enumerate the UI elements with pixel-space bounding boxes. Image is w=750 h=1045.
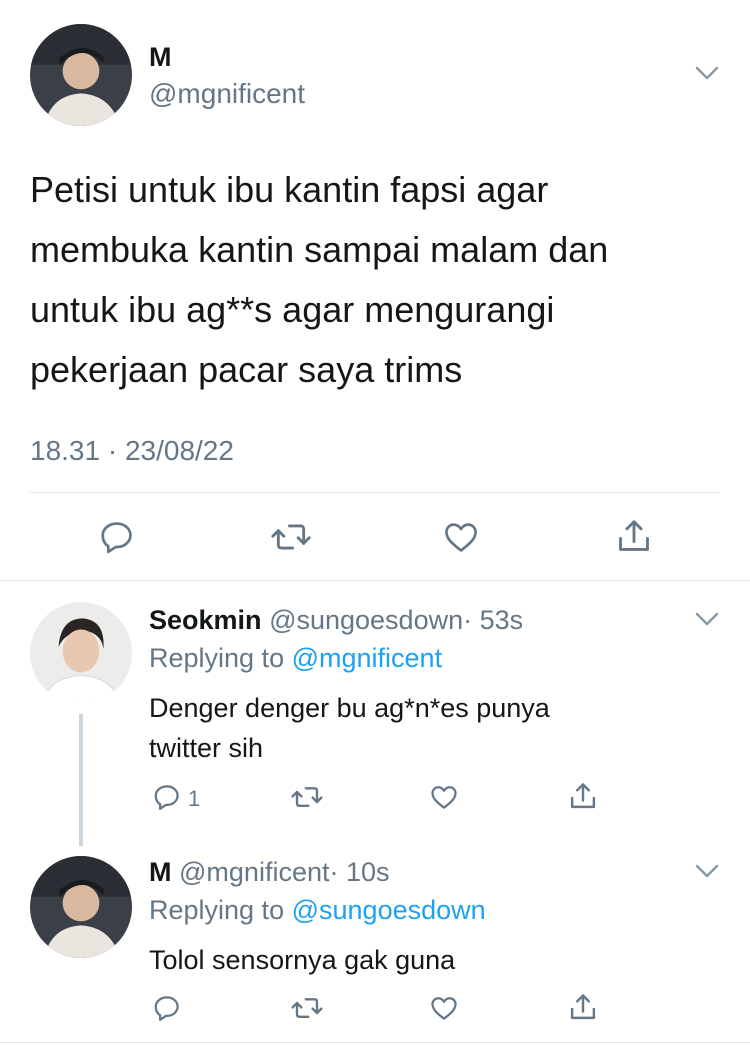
main-tweet-handle[interactable]: @mgnificent (149, 78, 305, 110)
reply-text: Tolol sensornya gak guna (149, 940, 455, 980)
heart-icon[interactable] (428, 782, 460, 812)
reply-icon[interactable] (152, 993, 182, 1023)
retweet-icon[interactable] (290, 993, 324, 1023)
tweet-text-line: membuka kantin sampai malam dan (30, 229, 609, 270)
replying-to: Replying to @sungoesdown (149, 894, 486, 926)
retweet-icon[interactable] (270, 518, 312, 556)
reply-handle[interactable]: @mgnificent (179, 857, 329, 887)
divider (30, 492, 720, 493)
reply-text-line: twitter sih (149, 733, 264, 763)
heart-icon[interactable] (442, 518, 480, 556)
chevron-down-icon[interactable] (694, 862, 720, 880)
share-icon[interactable] (567, 780, 599, 812)
replying-to-link[interactable]: @mgnificent (292, 643, 442, 673)
retweet-icon[interactable] (290, 782, 324, 812)
reply-display-name[interactable]: M (149, 857, 172, 887)
reply-time[interactable]: · 53s (463, 605, 523, 635)
tweet-text-line: untuk ibu ag**s agar mengurangi (30, 289, 555, 330)
reply-count: 1 (188, 786, 201, 811)
thread-line (79, 714, 83, 846)
main-tweet-text: Petisi untuk ibu kantin fapsi agar membu… (30, 160, 730, 400)
reply-text: Denger denger bu ag*n*es punya twitter s… (149, 688, 550, 768)
reply-display-name[interactable]: Seokmin (149, 605, 262, 635)
reply-header: M @mgnificent· 10s (149, 856, 390, 888)
section-divider (0, 1042, 750, 1043)
reply-time[interactable]: · 10s (329, 857, 389, 887)
share-icon[interactable] (615, 516, 653, 556)
tweet-text-line: Petisi untuk ibu kantin fapsi agar (30, 169, 549, 210)
main-tweet-timestamp[interactable]: 18.31 · 23/08/22 (30, 434, 234, 468)
main-tweet-display-name[interactable]: M (149, 42, 172, 72)
tweet-text-line: pekerjaan pacar saya trims (30, 349, 463, 390)
reply-handle[interactable]: @sungoesdown (269, 605, 463, 635)
heart-icon[interactable] (428, 993, 460, 1023)
replying-to-label: Replying to (149, 643, 285, 673)
reply-text-line: Denger denger bu ag*n*es punya (149, 693, 550, 723)
reply-header: Seokmin @sungoesdown· 53s (149, 604, 523, 636)
share-icon[interactable] (567, 991, 599, 1023)
reply-icon[interactable] (152, 782, 182, 812)
reply-avatar[interactable] (30, 856, 132, 958)
replying-to-label: Replying to (149, 895, 285, 925)
chevron-down-icon[interactable] (694, 64, 720, 82)
replying-to-link[interactable]: @sungoesdown (292, 895, 486, 925)
reply-icon[interactable] (98, 518, 136, 556)
reply-avatar[interactable] (30, 602, 132, 704)
reply-text-line: Tolol sensornya gak guna (149, 945, 456, 975)
replying-to: Replying to @mgnificent (149, 642, 442, 674)
main-tweet-avatar[interactable] (30, 24, 132, 126)
chevron-down-icon[interactable] (694, 610, 720, 628)
section-divider (0, 580, 750, 581)
